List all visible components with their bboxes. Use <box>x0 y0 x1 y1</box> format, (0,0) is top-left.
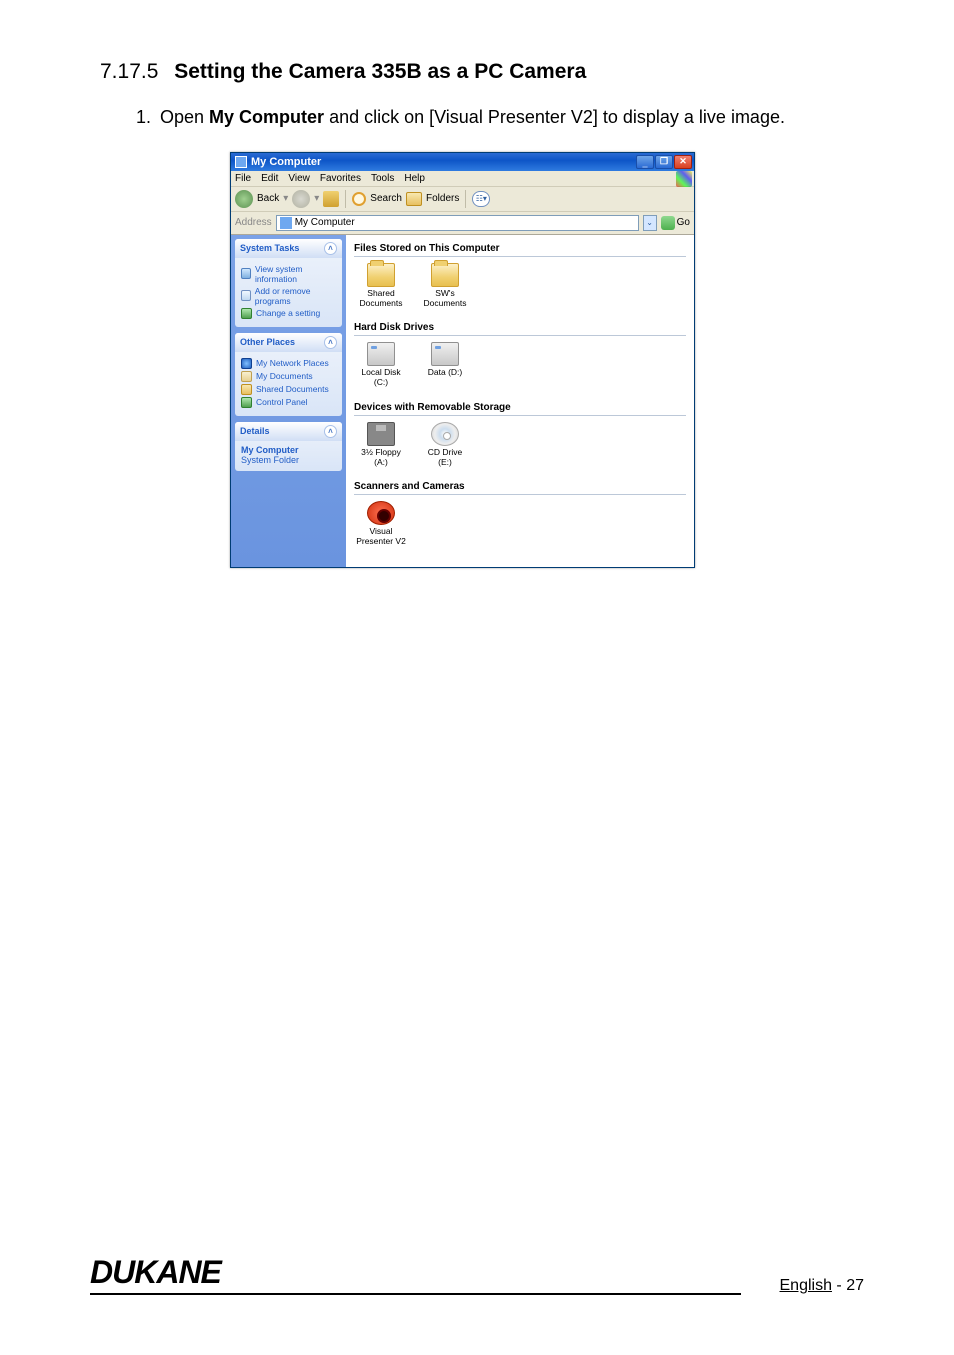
link-shared-documents[interactable]: Shared Documents <box>241 384 336 395</box>
page-number: English - 27 <box>780 1277 865 1295</box>
item-cd-drive-e[interactable]: CD Drive (E:) <box>420 422 470 468</box>
group-header-scanners: Scanners and Cameras <box>354 479 686 495</box>
brand-logo: DUKANE <box>90 1254 741 1295</box>
panel-other-places: Other Places ˄ My Network Places My Docu… <box>235 333 342 416</box>
menu-edit[interactable]: Edit <box>261 173 278 184</box>
windows-flag-icon <box>676 171 692 187</box>
group-header-files: Files Stored on This Computer <box>354 241 686 257</box>
item-data-d[interactable]: Data (D:) <box>420 342 470 388</box>
go-button[interactable]: Go <box>661 216 690 230</box>
address-dropdown-icon[interactable]: ⌄ <box>643 215 657 231</box>
panel-title: Other Places <box>240 337 295 347</box>
panel-system-tasks: System Tasks ˄ View system information A… <box>235 239 342 327</box>
up-icon[interactable] <box>323 191 339 207</box>
client-area: System Tasks ˄ View system information A… <box>231 235 694 567</box>
close-button[interactable]: ✕ <box>674 155 692 169</box>
menu-bar: File Edit View Favorites Tools Help <box>231 171 694 187</box>
step-1: Open My Computer and click on [Visual Pr… <box>156 104 864 132</box>
network-icon <box>241 358 252 369</box>
step-text-post: and click on [Visual Presenter V2] to di… <box>324 107 785 127</box>
address-value: My Computer <box>295 217 355 228</box>
search-label[interactable]: Search <box>370 193 402 204</box>
page-lang: English <box>780 1277 832 1294</box>
folders-icon[interactable] <box>406 192 422 206</box>
link-add-remove[interactable]: Add or remove programs <box>241 286 336 306</box>
toolbar: Back ▾ ▾ Search Folders ☷▾ <box>231 187 694 212</box>
item-local-disk-c[interactable]: Local Disk (C:) <box>356 342 406 388</box>
camera-icon <box>367 501 395 525</box>
menu-view[interactable]: View <box>288 173 310 184</box>
shared-icon <box>241 384 252 395</box>
item-sw-documents[interactable]: SW's Documents <box>420 263 470 309</box>
group-header-hdd: Hard Disk Drives <box>354 320 686 336</box>
disk-icon <box>367 342 395 366</box>
link-my-documents[interactable]: My Documents <box>241 371 336 382</box>
details-type: System Folder <box>241 455 336 465</box>
address-field[interactable]: My Computer <box>276 215 639 231</box>
document-page: 7.17.5 Setting the Camera 335B as a PC C… <box>0 0 954 568</box>
menu-tools[interactable]: Tools <box>371 173 394 184</box>
page-footer: DUKANE English - 27 <box>90 1254 864 1295</box>
folder-icon <box>431 263 459 287</box>
collapse-icon[interactable]: ˄ <box>324 242 337 255</box>
step-text-pre: Open <box>160 107 209 127</box>
details-name: My Computer <box>241 445 336 455</box>
search-icon[interactable] <box>352 192 366 206</box>
panel-details: Details ˄ My Computer System Folder <box>235 422 342 471</box>
control-panel-icon <box>241 397 252 408</box>
step-list: Open My Computer and click on [Visual Pr… <box>100 104 864 132</box>
folders-label[interactable]: Folders <box>426 193 459 204</box>
sidebar: System Tasks ˄ View system information A… <box>231 235 346 567</box>
link-change-setting[interactable]: Change a setting <box>241 308 336 319</box>
my-computer-icon <box>235 156 247 168</box>
my-computer-icon <box>280 217 292 229</box>
address-label: Address <box>235 217 272 228</box>
go-icon <box>661 216 675 230</box>
link-system-info[interactable]: View system information <box>241 264 336 284</box>
explorer-window: My Computer ‗ ❐ ✕ File Edit View Favorit… <box>230 152 695 568</box>
section-heading: 7.17.5 Setting the Camera 335B as a PC C… <box>100 60 864 84</box>
item-visual-presenter[interactable]: Visual Presenter V2 <box>356 501 406 547</box>
link-network-places[interactable]: My Network Places <box>241 358 336 369</box>
maximize-button[interactable]: ❐ <box>655 155 673 169</box>
settings-icon <box>241 308 252 319</box>
panel-title: Details <box>240 426 270 436</box>
panel-title: System Tasks <box>240 243 299 253</box>
panel-header[interactable]: Details ˄ <box>235 422 342 441</box>
back-icon[interactable] <box>235 190 253 208</box>
section-number: 7.17.5 <box>100 60 158 83</box>
cd-icon <box>431 422 459 446</box>
go-label: Go <box>677 217 690 228</box>
collapse-icon[interactable]: ˄ <box>324 336 337 349</box>
collapse-icon[interactable]: ˄ <box>324 425 337 438</box>
programs-icon <box>241 290 251 301</box>
address-bar: Address My Computer ⌄ Go <box>231 212 694 235</box>
menu-help[interactable]: Help <box>404 173 425 184</box>
info-icon <box>241 268 251 279</box>
screenshot-wrapper: My Computer ‗ ❐ ✕ File Edit View Favorit… <box>230 152 695 568</box>
floppy-icon <box>367 422 395 446</box>
panel-header[interactable]: Other Places ˄ <box>235 333 342 352</box>
menu-file[interactable]: File <box>235 173 251 184</box>
page-num: 27 <box>846 1277 864 1294</box>
views-icon[interactable]: ☷▾ <box>472 191 490 207</box>
folder-icon <box>367 263 395 287</box>
window-title: My Computer <box>251 156 321 168</box>
disk-icon <box>431 342 459 366</box>
minimize-button[interactable]: ‗ <box>636 155 654 169</box>
section-title: Setting the Camera 335B as a PC Camera <box>174 60 586 83</box>
step-text-bold: My Computer <box>209 107 324 127</box>
group-header-removable: Devices with Removable Storage <box>354 400 686 416</box>
forward-icon[interactable] <box>292 190 310 208</box>
window-titlebar[interactable]: My Computer ‗ ❐ ✕ <box>231 153 694 171</box>
back-label[interactable]: Back <box>257 193 279 204</box>
documents-icon <box>241 371 252 382</box>
main-pane: Files Stored on This Computer Shared Doc… <box>346 235 694 567</box>
menu-favorites[interactable]: Favorites <box>320 173 361 184</box>
panel-header[interactable]: System Tasks ˄ <box>235 239 342 258</box>
item-floppy-a[interactable]: 3½ Floppy (A:) <box>356 422 406 468</box>
item-shared-documents[interactable]: Shared Documents <box>356 263 406 309</box>
link-control-panel[interactable]: Control Panel <box>241 397 336 408</box>
